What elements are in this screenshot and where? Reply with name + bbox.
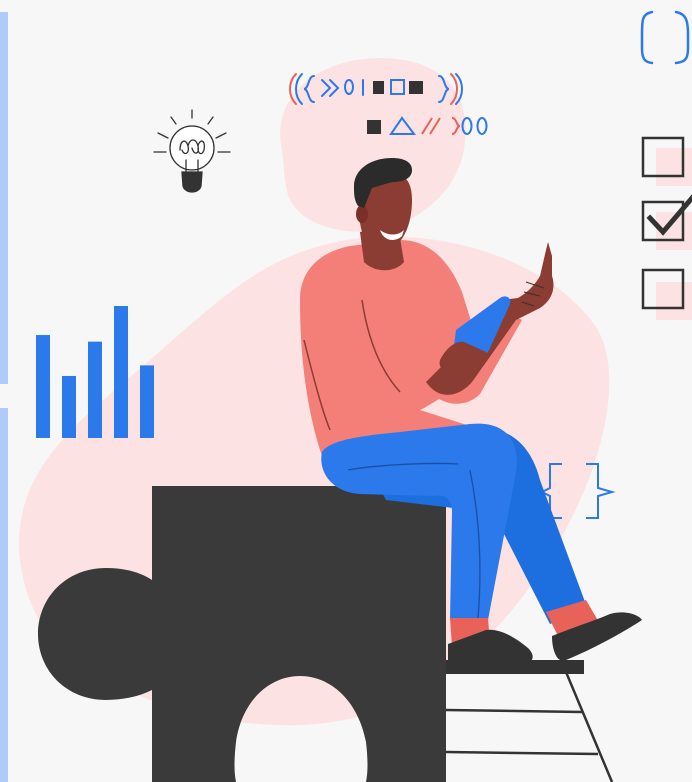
bar-5 xyxy=(140,365,154,438)
bracket-icon xyxy=(640,10,690,65)
bar-3 xyxy=(88,341,102,438)
ladder-icon xyxy=(445,660,614,782)
bar-2 xyxy=(62,375,76,438)
scene-svg xyxy=(19,10,692,782)
bar-1 xyxy=(36,335,50,438)
illustration xyxy=(0,0,692,782)
bar-4 xyxy=(114,306,128,438)
checklist xyxy=(641,136,692,320)
lightbulb-icon xyxy=(153,109,231,193)
